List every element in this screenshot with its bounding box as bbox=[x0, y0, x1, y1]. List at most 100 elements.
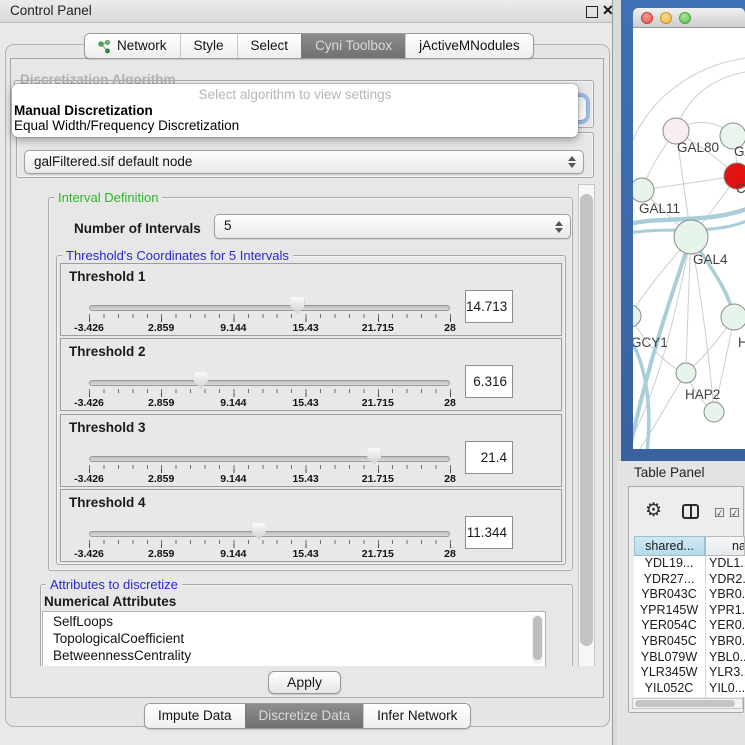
slider-minor-ticks bbox=[89, 465, 451, 469]
threshold-2-slider-track[interactable] bbox=[89, 380, 450, 386]
cell-name: YBR0... bbox=[709, 634, 745, 650]
node-partial[interactable] bbox=[704, 402, 724, 422]
threshold-2-value-field[interactable]: 6.316 bbox=[465, 365, 513, 398]
tab-discretize-data[interactable]: Discretize Data bbox=[245, 704, 364, 728]
threshold-1-value-field[interactable]: 14.713 bbox=[465, 290, 513, 323]
menu-item-equal-width-frequency[interactable]: Equal Width/Frequency Discretization bbox=[14, 118, 239, 133]
tab-infer-network[interactable]: Infer Network bbox=[363, 704, 470, 728]
numerical-attributes-list[interactable]: SelfLoops TopologicalCoefficient Between… bbox=[42, 611, 546, 668]
select-checkbox-icon[interactable]: ☑ bbox=[714, 506, 725, 520]
tick-label: 28 bbox=[444, 473, 456, 485]
list-item[interactable]: SelfLoops bbox=[53, 614, 113, 629]
close-traffic-light-icon[interactable] bbox=[641, 12, 653, 24]
table-data-combobox[interactable]: galFiltered.sif default node bbox=[24, 150, 584, 174]
tab-impute-data[interactable]: Impute Data bbox=[145, 704, 245, 728]
threshold-4-slider-thumb[interactable] bbox=[252, 523, 266, 540]
threshold-1-panel: Threshold 1 -3.426 2.859 9.144 15.43 21.… bbox=[60, 263, 562, 336]
minimize-traffic-light-icon[interactable] bbox=[660, 12, 672, 24]
list-item[interactable]: BetweennessCentrality bbox=[53, 648, 191, 663]
tick-label: 28 bbox=[444, 397, 456, 409]
tick-label: -3.426 bbox=[74, 473, 104, 485]
gear-icon[interactable]: ⚙ bbox=[645, 501, 662, 520]
top-tabs: Network Style Select Cyni Toolbox jActiv… bbox=[84, 33, 534, 59]
list-item[interactable]: TopologicalCoefficient bbox=[53, 631, 184, 646]
threshold-1-slider-thumb[interactable] bbox=[290, 297, 304, 314]
slider-minor-ticks bbox=[89, 389, 451, 393]
network-view[interactable]: GAL80 GA C GAL11 GAL4 GCY1 H HAP2 bbox=[633, 28, 745, 449]
table-horizontal-scrollbar[interactable] bbox=[632, 698, 743, 709]
column-separator bbox=[705, 556, 706, 697]
threshold-1-slider-track[interactable] bbox=[89, 305, 450, 311]
node-label: HAP2 bbox=[685, 387, 720, 402]
numerical-attributes-header: Numerical Attributes bbox=[44, 594, 176, 609]
threshold-4-slider-track[interactable] bbox=[89, 531, 450, 537]
tab-select[interactable]: Select bbox=[237, 34, 302, 58]
settings-scrollbar[interactable] bbox=[578, 184, 595, 668]
cell-shared-name: YER054C bbox=[634, 618, 704, 634]
tick-label: -3.426 bbox=[74, 322, 104, 334]
combo-stepper-icon bbox=[555, 221, 563, 233]
tab-jactivemnodules[interactable]: jActiveMNodules bbox=[405, 34, 533, 58]
node-hap2[interactable] bbox=[676, 363, 696, 383]
slider-tick-labels: -3.426 2.859 9.144 15.43 21.715 28 bbox=[89, 322, 450, 334]
slider-tick-labels: -3.426 2.859 9.144 15.43 21.715 28 bbox=[89, 473, 450, 485]
table-row[interactable]: YDR27...YDR2... bbox=[634, 572, 745, 588]
list-scrollbar[interactable] bbox=[532, 615, 543, 664]
float-window-icon[interactable] bbox=[586, 6, 598, 18]
settings-scrollbar-thumb[interactable] bbox=[580, 194, 593, 646]
tick-label: 21.715 bbox=[362, 397, 394, 409]
network-window-titlebar[interactable] bbox=[633, 8, 745, 28]
threshold-2-label: Threshold 2 bbox=[69, 344, 146, 359]
threshold-3-slider-thumb[interactable] bbox=[367, 448, 381, 465]
table-row[interactable]: YBL079W YBL0... bbox=[634, 650, 745, 666]
threshold-1-label: Threshold 1 bbox=[69, 269, 146, 284]
threshold-2-panel: Threshold 2 -3.426 2.859 9.144 15.43 21.… bbox=[60, 338, 562, 411]
column-header-name[interactable]: na... bbox=[705, 536, 745, 556]
table-row[interactable]: YIL052CYIL0... bbox=[634, 681, 745, 697]
node-gal11[interactable] bbox=[633, 178, 654, 202]
table-scrollbar-thumb[interactable] bbox=[635, 700, 735, 707]
apply-button[interactable]: Apply bbox=[268, 671, 341, 694]
node-h[interactable] bbox=[721, 304, 745, 330]
node-gcy1[interactable] bbox=[633, 305, 641, 327]
tab-network[interactable]: Network bbox=[85, 34, 180, 58]
columns-icon[interactable] bbox=[682, 504, 699, 519]
tick-label: 2.859 bbox=[148, 322, 174, 334]
table-row[interactable]: YDL19...YDL1... bbox=[634, 556, 745, 572]
algorithm-dropdown-popup: Select algorithm to view settings Manual… bbox=[12, 84, 578, 137]
algorithm-prompt: Select algorithm to view settings bbox=[12, 87, 578, 102]
tab-style-label: Style bbox=[194, 35, 224, 57]
select-all-checkbox-icon[interactable]: ☑ bbox=[729, 506, 740, 520]
tick-label: 9.144 bbox=[220, 548, 246, 560]
table-row[interactable]: YER054C YER0... bbox=[634, 618, 745, 634]
tick-label: 21.715 bbox=[362, 473, 394, 485]
cell-shared-name: YBL079W bbox=[634, 650, 704, 666]
node-table[interactable]: YDL19...YDL1... YDR27...YDR2... YBR043CY… bbox=[634, 556, 745, 697]
table-row[interactable]: YLR345WYLR3... bbox=[634, 665, 745, 681]
menu-item-manual-discretization[interactable]: Manual Discretization bbox=[14, 103, 153, 118]
table-row[interactable]: YBR045CYBR0... bbox=[634, 634, 745, 650]
tick-label: 9.144 bbox=[220, 322, 246, 334]
slider-tick-labels: -3.426 2.859 9.144 15.43 21.715 28 bbox=[89, 548, 450, 560]
tab-style[interactable]: Style bbox=[180, 34, 237, 58]
cell-name: YBL0... bbox=[709, 650, 745, 666]
screen: Control Panel ✕ Network Style Select Cyn… bbox=[0, 0, 745, 745]
table-row[interactable]: YPR145WYPR1... bbox=[634, 603, 745, 619]
node-gal4[interactable] bbox=[674, 220, 708, 254]
zoom-traffic-light-icon[interactable] bbox=[679, 12, 691, 24]
threshold-3-value-field[interactable]: 21.4 bbox=[465, 441, 513, 474]
tick-label: 2.859 bbox=[148, 473, 174, 485]
threshold-4-value-field[interactable]: 11.344 bbox=[465, 516, 513, 549]
tick-label: -3.426 bbox=[74, 548, 104, 560]
tab-cyni-toolbox[interactable]: Cyni Toolbox bbox=[301, 34, 405, 58]
tab-jactivemnodules-label: jActiveMNodules bbox=[419, 35, 520, 57]
cell-name: YBR0... bbox=[709, 587, 745, 603]
table-row[interactable]: YBR043CYBR0... bbox=[634, 587, 745, 603]
tab-select-label: Select bbox=[251, 35, 289, 57]
threshold-3-slider-track[interactable] bbox=[89, 456, 450, 462]
number-of-intervals-combobox[interactable]: 5 bbox=[214, 214, 571, 239]
column-header-shared-name[interactable]: shared... bbox=[634, 536, 705, 556]
threshold-2-slider-thumb[interactable] bbox=[194, 372, 208, 389]
cell-name: YER0... bbox=[709, 618, 745, 634]
tick-label: 28 bbox=[444, 548, 456, 560]
